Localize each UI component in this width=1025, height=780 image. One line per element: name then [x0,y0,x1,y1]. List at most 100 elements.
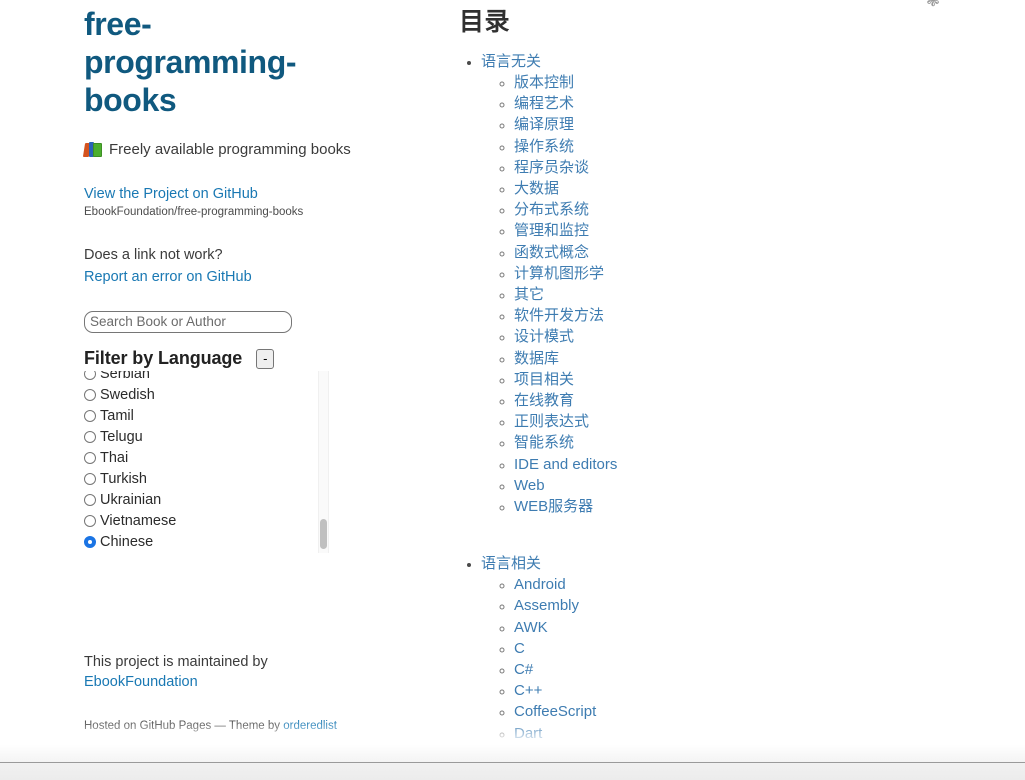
toc-item-link[interactable]: 大数据 [514,180,559,197]
theme-author-link[interactable]: orderedlist [283,720,337,732]
toc-item-link[interactable]: Android [514,576,566,593]
language-filter-option[interactable]: Serbian [84,371,312,384]
language-filter-option[interactable]: Chinese [84,531,312,552]
toc-item-link[interactable]: 项目相关 [514,371,574,388]
toc-item-link[interactable]: 计算机图形学 [514,265,604,282]
books-icon [82,142,103,157]
language-label: Swedish [100,386,155,403]
toc-list-item: 智能系统 [514,432,999,453]
toc-list-item: 软件开发方法 [514,305,999,326]
toc-item-link[interactable]: C++ [514,682,542,699]
language-label: Serbian [100,371,150,382]
toc-heading: 目录 [459,8,511,36]
language-filter-option[interactable]: Tamil [84,405,312,426]
toc-list-item: 大数据 [514,178,999,199]
language-filter-option[interactable]: Ukrainian [84,489,312,510]
toc-item-link[interactable]: 设计模式 [514,328,574,345]
toc-item-link[interactable]: 数据库 [514,350,559,367]
toc-item-link[interactable]: Assembly [514,597,579,614]
toc-item-link[interactable]: 程序员杂谈 [514,159,589,176]
toc-item-link[interactable]: 版本控制 [514,74,574,91]
language-radio-serbian[interactable] [84,371,96,380]
main-content: 目录 语言无关版本控制编程艺术编译原理操作系统程序员杂谈大数据分布式系统管理和监… [459,0,999,780]
toc-list-item: C [514,638,999,659]
toc-list-item: 编程艺术 [514,93,999,114]
language-list-scrollbar[interactable] [318,371,329,553]
toc-list-item: 项目相关 [514,369,999,390]
toc-item-link[interactable]: 软件开发方法 [514,307,604,324]
toc-list-item: IDE and editors [514,454,999,475]
toc-subsection-list: Android Assembly AWK C C# C++ CoffeeScript Dart… [481,574,999,780]
repo-path: EbookFoundation/free-programming-books [84,206,304,218]
toc-list-item: C++ [514,680,999,701]
toc-list-item: 程序员杂谈 [514,157,999,178]
language-radio-thai[interactable] [84,451,96,464]
toc-item-link[interactable]: 函数式概念 [514,244,589,261]
language-radio-telugu[interactable] [84,430,96,443]
toc-list-item: 分布式系统 [514,199,999,220]
view-project-on-github-link[interactable]: View the Project on GitHub [84,185,384,203]
search-input[interactable] [84,311,292,333]
toc-item-link[interactable]: AWK [514,619,548,636]
toc-item-link[interactable]: C# [514,661,533,678]
toc-list-item: CoffeeScript [514,701,999,722]
toc-list-item: 在线教育 [514,390,999,411]
language-filter-option[interactable]: Swedish [84,384,312,405]
language-radio-swedish[interactable] [84,388,96,401]
toc-item-link[interactable]: 编译原理 [514,116,574,133]
language-filter-option[interactable]: Vietnamese [84,510,312,531]
toc-list-item: WEB服务器 [514,496,999,517]
toc-item-link[interactable]: 分布式系统 [514,201,589,218]
language-filter-option[interactable]: Turkish [84,468,312,489]
language-radio-vietnamese[interactable] [84,514,96,527]
toc-item-link[interactable]: C [514,640,525,657]
toc-item-link[interactable]: CoffeeScript [514,703,596,720]
toc-list-item: AWK [514,617,999,638]
language-radio-chinese[interactable] [84,535,96,548]
toc-list-item: 其它 [514,284,999,305]
toc-item-link[interactable]: Elasticsearch [514,746,603,763]
page-title: free-programming- books [84,0,359,119]
toc-list-item: 函数式概念 [514,242,999,263]
toc-item-link[interactable]: WEB服务器 [514,498,593,515]
toc-item-link[interactable]: 管理和监控 [514,222,589,239]
toc-list-item: Android [514,574,999,595]
filter-collapse-toggle-button[interactable]: - [256,348,275,369]
language-label: Thai [100,449,129,466]
language-filter-option[interactable]: Thai [84,447,312,468]
language-radio-tamil[interactable] [84,409,96,422]
toc-list-item: 操作系统 [514,136,999,157]
page-title-line-2: books [84,82,177,118]
language-filter-list-container: Serbian Swedish Tamil Telugu Thai Turkish Ukra… [84,371,329,553]
report-error-block: Report an error on GitHub [84,264,384,286]
language-filter-option[interactable]: Telugu [84,426,312,447]
language-label: Telugu [100,428,143,445]
toc-section-link[interactable]: 语言相关 [481,555,541,572]
maintained-by-block: This project is maintained by EbookFound… [84,652,384,692]
view-project-block: View the Project on GitHub EbookFoundati… [84,160,384,219]
toc-section-link[interactable]: 语言无关 [481,53,541,70]
language-list-scrollbar-thumb[interactable] [320,519,327,549]
toc-item-link[interactable]: 编程艺术 [514,95,574,112]
toc-item-link[interactable]: 操作系统 [514,138,574,155]
toc-section-item: 语言无关版本控制编程艺术编译原理操作系统程序员杂谈大数据分布式系统管理和监控函数… [481,50,999,517]
toc-item-link[interactable]: 智能系统 [514,434,574,451]
toc-section-gap [459,521,999,538]
maintainer-link[interactable]: EbookFoundation [84,672,198,691]
language-radio-ukrainian[interactable] [84,493,96,506]
toc-item-link[interactable]: IDE and editors [514,456,617,473]
language-radio-turkish[interactable] [84,472,96,485]
toc-list-item: 编译原理 [514,114,999,135]
toc-item-link[interactable]: Dart [514,725,542,742]
toc-item-link[interactable]: 正则表达式 [514,413,589,430]
report-error-link[interactable]: Report an error on GitHub [84,268,384,286]
tagline: Freely available programming books [82,119,384,160]
page-title-line-1: free-programming- [84,6,297,80]
browser-footer-bar [0,762,1025,780]
toc-item-link[interactable]: 其它 [514,286,544,303]
toc-item-link[interactable]: 在线教育 [514,392,574,409]
page-root: ❃ free-programming- books Freely availab… [0,0,1025,780]
toc-section-item: 语言相关 Android Assembly AWK C C# C++ CoffeeScript… [481,552,999,780]
toc-list-item: Dart [514,723,999,744]
toc-item-link[interactable]: Web [514,477,545,494]
